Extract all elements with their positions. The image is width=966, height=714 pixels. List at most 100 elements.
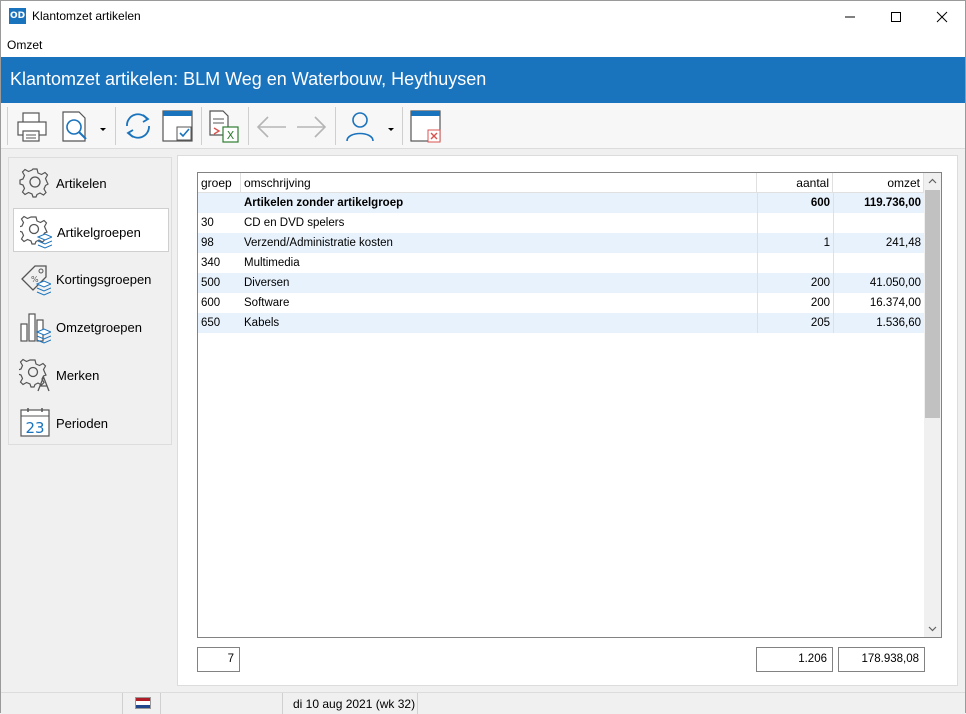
printer-icon xyxy=(17,112,47,142)
cell-groep: 98 xyxy=(201,237,214,249)
window-title: Klantomzet artikelen xyxy=(32,9,141,23)
scroll-up-button[interactable] xyxy=(924,173,941,190)
sidebar-item-artikelen[interactable]: Artikelen xyxy=(13,160,169,204)
calendar-icon: 23 xyxy=(20,408,50,437)
bar-chart-icon xyxy=(20,313,51,344)
table-row[interactable]: 340 Multimedia xyxy=(198,253,924,273)
maximize-icon xyxy=(891,12,901,22)
refresh-icon xyxy=(126,113,150,139)
cell-groep: 500 xyxy=(201,277,221,289)
calendar-day: 23 xyxy=(25,419,44,437)
cell-omschrijving: Multimedia xyxy=(244,257,300,269)
minimize-icon xyxy=(845,16,855,18)
cell-omzet xyxy=(833,253,924,273)
cell-groep: 30 xyxy=(201,217,214,229)
sidebar-item-label: Artikelgroepen xyxy=(57,225,141,240)
toolbar-separator xyxy=(248,107,249,145)
gear-letter-icon xyxy=(19,358,50,392)
page-header: Klantomzet artikelen: BLM Weg en Waterbo… xyxy=(1,57,965,103)
print-preview-icon xyxy=(62,111,87,142)
back-arrow-icon xyxy=(256,116,286,138)
app-icon: OD xyxy=(9,8,26,24)
forward-arrow-icon xyxy=(297,116,327,138)
sidebar-item-label: Merken xyxy=(56,368,100,383)
table-row[interactable]: 30 CD en DVD spelers xyxy=(198,213,924,233)
cell-omschrijving: Diversen xyxy=(244,277,290,289)
column-header-groep[interactable]: groep xyxy=(198,173,241,193)
svg-text:X: X xyxy=(227,129,235,142)
total-count: 7 xyxy=(197,647,240,672)
table-row[interactable]: 600 Software 200 16.374,00 xyxy=(198,293,924,313)
cell-aantal xyxy=(757,253,833,273)
column-header-aantal[interactable]: aantal xyxy=(757,173,833,193)
cell-omzet: 241,48 xyxy=(833,233,924,253)
export-excel-button[interactable]: X xyxy=(207,107,241,147)
maximize-button[interactable] xyxy=(873,1,919,32)
table-row[interactable]: Artikelen zonder artikelgroep 600 119.73… xyxy=(198,193,924,213)
vertical-scrollbar[interactable] xyxy=(924,173,941,637)
toolbar-separator xyxy=(402,107,403,145)
sidebar-item-omzetgroepen[interactable]: Omzetgroepen xyxy=(13,304,169,348)
sidebar-item-artikelgroepen[interactable]: Artikelgroepen xyxy=(13,208,169,252)
svg-text:%: % xyxy=(31,275,39,284)
cell-aantal: 205 xyxy=(757,313,833,333)
cell-omschrijving: Software xyxy=(244,297,290,309)
user-button[interactable] xyxy=(343,107,377,147)
back-button[interactable] xyxy=(255,107,289,147)
tag-icon: % xyxy=(21,265,51,296)
chevron-up-icon xyxy=(928,178,937,184)
table-row[interactable]: 500 Diversen 200 41.050,00 xyxy=(198,273,924,293)
refresh-button[interactable] xyxy=(121,107,155,147)
print-button[interactable] xyxy=(15,107,49,147)
table-row[interactable]: 650 Kabels 205 1.536,60 xyxy=(198,313,924,333)
scroll-down-button[interactable] xyxy=(924,620,941,637)
sidebar-item-label: Kortingsgroepen xyxy=(56,272,152,287)
user-dropdown[interactable] xyxy=(386,107,396,147)
column-header-omschrijving[interactable]: omschrijving xyxy=(241,173,757,193)
main-panel: groep omschrijving aantal omzet Artikele… xyxy=(177,155,958,686)
chevron-down-icon xyxy=(388,128,394,131)
table-row[interactable]: 98 Verzend/Administratie kosten 1 241,48 xyxy=(198,233,924,253)
forward-button[interactable] xyxy=(294,107,328,147)
column-header-omzet[interactable]: omzet xyxy=(833,173,924,193)
print-preview-dropdown[interactable] xyxy=(98,107,108,147)
toolbar: X xyxy=(1,103,965,149)
cell-omzet: 41.050,00 xyxy=(833,273,924,293)
select-window-button[interactable] xyxy=(161,107,195,147)
cell-omschrijving: CD en DVD spelers xyxy=(244,217,345,229)
toolbar-separator xyxy=(115,107,116,145)
sidebar-item-merken[interactable]: Merken xyxy=(13,352,169,396)
title-bar: OD Klantomzet artikelen xyxy=(1,1,965,32)
app-window: OD Klantomzet artikelen Omzet Klantomzet… xyxy=(0,0,966,714)
cell-groep: 340 xyxy=(201,257,221,269)
sidebar-item-kortingsgroepen[interactable]: % Kortingsgroepen xyxy=(13,256,169,300)
cell-omzet: 119.736,00 xyxy=(833,193,924,213)
user-icon xyxy=(346,112,374,142)
gear-icon xyxy=(19,168,49,198)
cell-aantal: 200 xyxy=(757,273,833,293)
cell-groep xyxy=(198,193,240,213)
close-button[interactable] xyxy=(919,1,965,32)
export-excel-icon: X xyxy=(209,110,239,143)
cell-omzet xyxy=(833,213,924,233)
close-window-button[interactable] xyxy=(409,107,443,147)
close-icon xyxy=(936,11,948,23)
cell-groep: 650 xyxy=(201,317,221,329)
print-preview-button[interactable] xyxy=(59,107,93,147)
cell-omschrijving: Kabels xyxy=(244,317,280,329)
sidebar-item-perioden[interactable]: 23 Perioden xyxy=(13,400,169,444)
grid-header: groep omschrijving aantal omzet xyxy=(198,173,924,193)
minimize-button[interactable] xyxy=(827,1,873,32)
total-omzet: 178.938,08 xyxy=(838,647,925,672)
scrollbar-thumb[interactable] xyxy=(925,190,940,418)
menu-bar: Omzet xyxy=(1,32,965,57)
status-segment xyxy=(1,693,123,714)
netherlands-flag-icon xyxy=(135,697,151,709)
gear-layers-icon xyxy=(20,215,52,249)
chevron-down-icon xyxy=(928,626,937,632)
menu-omzet[interactable]: Omzet xyxy=(7,38,42,52)
sidebar-item-label: Artikelen xyxy=(56,176,107,191)
sidebar: Artikelen Artikelgroepen % Kortingsgroep… xyxy=(8,157,172,445)
data-grid[interactable]: groep omschrijving aantal omzet Artikele… xyxy=(197,172,942,638)
close-window-icon xyxy=(410,110,441,143)
